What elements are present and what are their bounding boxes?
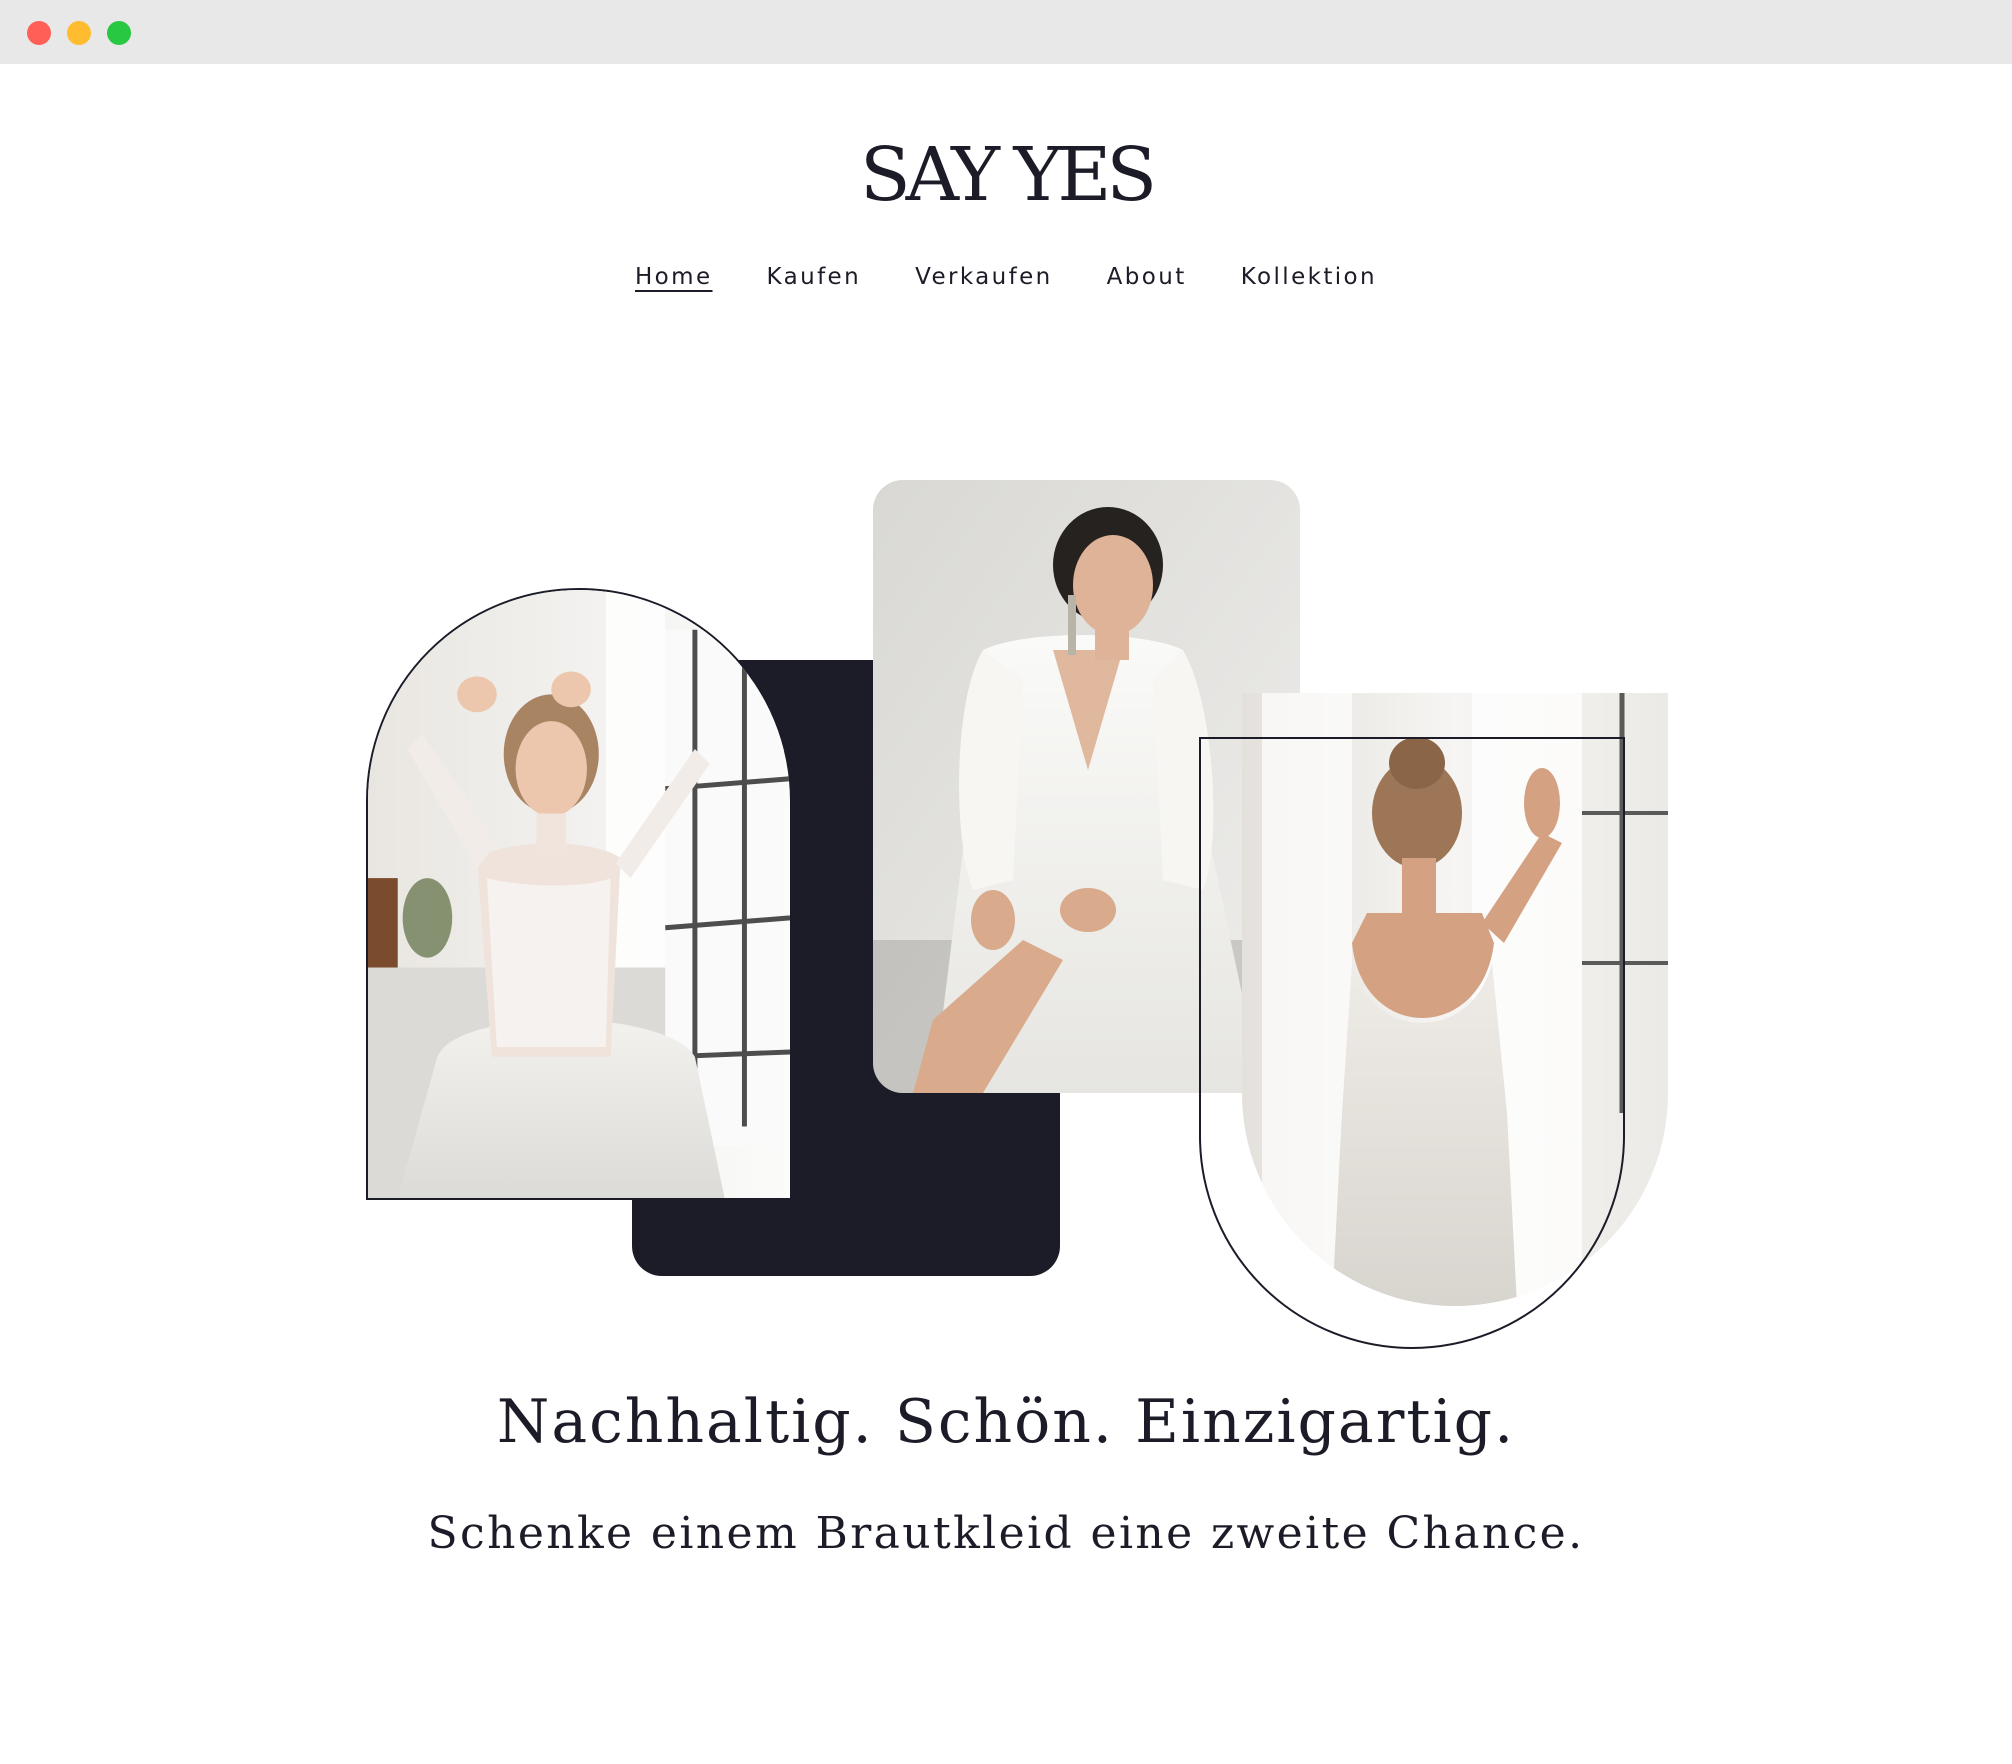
minimize-window-button[interactable] xyxy=(67,21,91,45)
nav-item-about[interactable]: About xyxy=(1107,262,1187,292)
close-window-button[interactable] xyxy=(27,21,51,45)
maximize-window-button[interactable] xyxy=(107,21,131,45)
main-navigation: Home Kaufen Verkaufen About Kollektion xyxy=(0,262,2012,292)
bride-lace-illustration xyxy=(368,590,790,1198)
nav-item-verkaufen[interactable]: Verkaufen xyxy=(915,262,1053,292)
decorative-outline-frame xyxy=(1199,737,1625,1349)
nav-item-kaufen[interactable]: Kaufen xyxy=(767,262,862,292)
nav-item-home[interactable]: Home xyxy=(635,262,713,292)
nav-item-kollektion[interactable]: Kollektion xyxy=(1241,262,1377,292)
browser-window: SAY YES Home Kaufen Verkaufen About Koll… xyxy=(0,0,2012,1764)
window-titlebar xyxy=(0,0,2012,64)
hero-image-bride-lace xyxy=(366,588,792,1200)
hero-subline: Schenke einem Brautkleid eine zweite Cha… xyxy=(427,1508,1585,1559)
hero-headline: Nachhaltig. Schön. Einzigartig. xyxy=(496,1387,1516,1457)
site-logo[interactable]: SAY YES xyxy=(0,130,2012,220)
